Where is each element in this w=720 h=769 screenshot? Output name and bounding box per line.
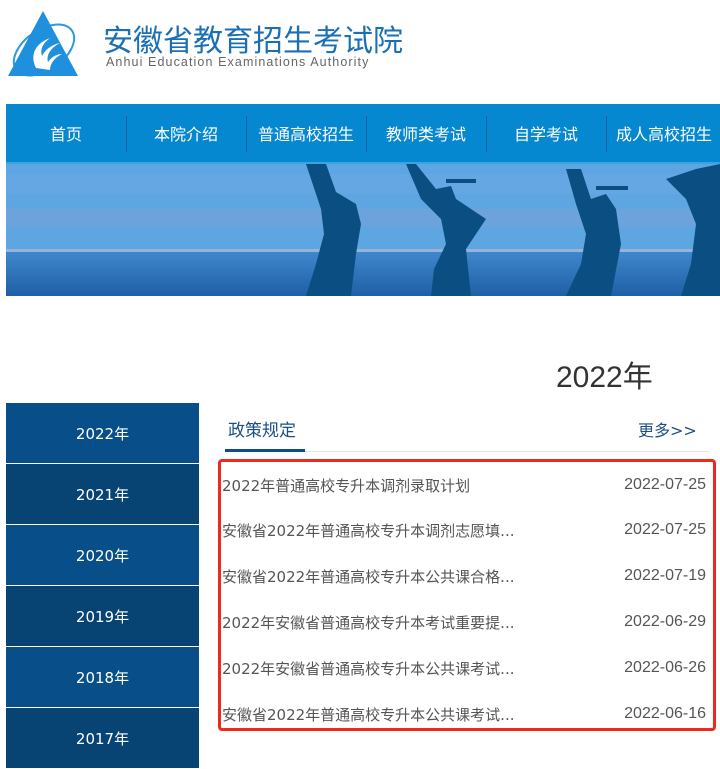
tab-active-indicator	[225, 449, 305, 452]
list-item-title[interactable]: 2022年安徽省普通高校专升本考试重要提...	[222, 612, 514, 633]
sidebar-item-2017[interactable]: 2017年	[6, 708, 199, 768]
list-item-date: 2022-07-25	[624, 476, 706, 493]
list-item[interactable]: 2022年安徽省普通高校专升本考试重要提... 2022-06-29	[222, 599, 706, 645]
nav-item-college-admission[interactable]: 普通高校招生	[246, 104, 366, 162]
sidebar-item-2022[interactable]: 2022年	[6, 403, 199, 463]
list-item[interactable]: 安徽省2022年普通高校专升本公共课合格... 2022-07-19	[222, 553, 706, 599]
list-item-title[interactable]: 安徽省2022年普通高校专升本公共课合格...	[222, 566, 514, 587]
sidebar-item-2021[interactable]: 2021年	[6, 464, 199, 524]
list-item[interactable]: 2022年安徽省普通高校专升本公共课考试... 2022-06-26	[222, 645, 706, 691]
sidebar-item-2018[interactable]: 2018年	[6, 647, 199, 707]
graduates-silhouette-image	[6, 164, 720, 296]
tab-policy-regulations[interactable]: 政策规定	[228, 416, 296, 441]
nav-item-about[interactable]: 本院介绍	[126, 104, 246, 162]
list-item-title[interactable]: 2022年安徽省普通高校专升本公共课考试...	[222, 658, 514, 679]
site-title: 安徽省教育招生考试院	[103, 24, 403, 59]
nav-item-adult-admission[interactable]: 成人高校招生	[606, 104, 720, 162]
more-link[interactable]: 更多>>	[638, 417, 697, 441]
list-item[interactable]: 安徽省2022年普通高校专升本公共课考试... 2022-06-16	[222, 691, 706, 737]
list-item[interactable]: 2022年普通高校专升本调剂录取计划 2022-07-25	[222, 462, 706, 508]
site-subtitle: Anhui Education Examinations Authority	[106, 55, 370, 69]
hero-banner	[6, 164, 720, 296]
list-item-date: 2022-07-19	[624, 567, 706, 584]
year-heading: 2022年	[556, 361, 653, 394]
list-item[interactable]: 安徽省2022年普通高校专升本调剂志愿填... 2022-07-25	[222, 507, 706, 553]
sidebar-item-2019[interactable]: 2019年	[6, 586, 199, 646]
list-item-title[interactable]: 2022年普通高校专升本调剂录取计划	[222, 475, 470, 496]
list-item-date: 2022-06-26	[624, 659, 706, 676]
sidebar-item-2020[interactable]: 2020年	[6, 525, 199, 585]
nav-item-home[interactable]: 首页	[6, 104, 126, 162]
site-header: 安徽省教育招生考试院 Anhui Education Examinations …	[0, 0, 720, 104]
list-item-title[interactable]: 安徽省2022年普通高校专升本调剂志愿填...	[222, 520, 514, 541]
year-sidebar: 2022年 2021年 2020年 2019年 2018年 2017年	[6, 403, 199, 769]
list-item-title[interactable]: 安徽省2022年普通高校专升本公共课考试...	[222, 704, 514, 725]
nav-item-teacher-exam[interactable]: 教师类考试	[366, 104, 486, 162]
list-item-date: 2022-06-16	[624, 705, 706, 722]
main-nav: 首页 本院介绍 普通高校招生 教师类考试 自学考试 成人高校招生	[6, 104, 720, 164]
nav-item-self-study-exam[interactable]: 自学考试	[486, 104, 606, 162]
triangle-flame-logo-icon[interactable]	[6, 8, 82, 80]
list-item-date: 2022-07-25	[624, 521, 706, 538]
list-item-date: 2022-06-29	[624, 613, 706, 630]
